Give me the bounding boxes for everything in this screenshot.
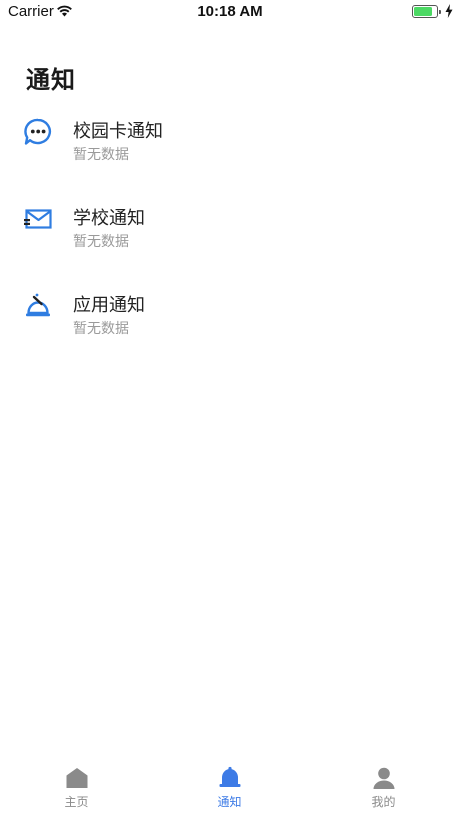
person-icon [373, 767, 394, 789]
clock: 10:18 AM [197, 3, 263, 20]
tab-home[interactable]: 主页 [0, 766, 153, 816]
battery-icon [412, 5, 441, 18]
bell-alarm-icon [26, 293, 50, 317]
notice-subtitle: 暂无数据 [73, 147, 129, 163]
bell-icon [219, 766, 240, 787]
notice-title: 应用通知 [73, 295, 145, 316]
tab-label: 通知 [217, 795, 242, 809]
tab-bar: 主页 通知 我的 [0, 760, 460, 818]
home-icon [66, 768, 87, 788]
charging-icon [445, 4, 453, 18]
envelope-icon [24, 209, 52, 229]
tab-notifications[interactable]: 通知 [153, 766, 306, 816]
notice-item-campus-card[interactable]: 校园卡通知 暂无数据 [0, 112, 460, 199]
tab-label: 我的 [371, 795, 396, 809]
chat-bubble-icon [24, 118, 51, 145]
notification-list: 校园卡通知 暂无数据 学校通知 暂无数据 应用通知 暂无数据 [0, 112, 460, 373]
tab-profile[interactable]: 我的 [307, 766, 460, 816]
notice-item-app[interactable]: 应用通知 暂无数据 [0, 286, 460, 373]
notice-title: 校园卡通知 [73, 121, 163, 142]
notice-subtitle: 暂无数据 [73, 234, 129, 250]
notice-item-school[interactable]: 学校通知 暂无数据 [0, 199, 460, 286]
notice-subtitle: 暂无数据 [73, 321, 129, 337]
notice-title: 学校通知 [73, 208, 145, 229]
page-title: 通知 [26, 66, 76, 94]
battery-level [414, 7, 432, 16]
status-bar: Carrier 10:18 AM [0, 0, 460, 24]
tab-label: 主页 [64, 795, 89, 809]
